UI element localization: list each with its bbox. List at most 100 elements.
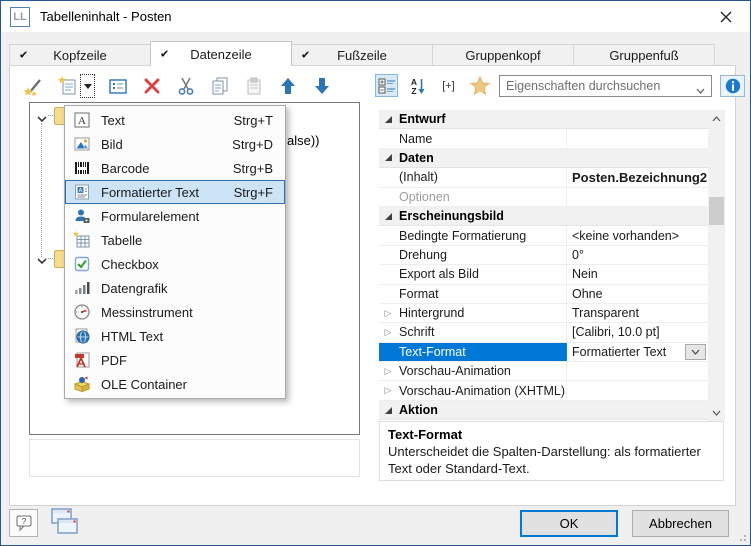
cancel-button[interactable]: Abbrechen [632,510,729,537]
insert-object-dropdown-arrow[interactable] [80,74,95,98]
expand-all-button[interactable]: [+] [437,74,460,97]
expand-arrow-icon[interactable]: ▷ [385,327,392,338]
property-toolbar: A Z [+] Eigenschaften durchsuchen [375,74,745,97]
menu-item-shortcut: Strg+T [234,113,273,128]
menu-item-formatierter-text[interactable]: A Formatierter Text Strg+F [65,180,285,204]
scrollbar-thumb[interactable] [709,197,724,225]
tab-datenzeile[interactable]: ✔ Datenzeile [150,41,292,66]
menu-item-checkbox[interactable]: Checkbox [65,252,285,276]
property-value: Ohne [567,285,708,303]
property-grid: Entwurf Name Daten (Inhalt)Posten.Bezeic… [379,110,725,421]
property-section[interactable]: Erscheinungsbild [379,207,708,226]
section-label: Aktion [397,401,567,419]
property-row[interactable]: ▷Schrift[Calibri, 10.0 pt] [379,323,708,342]
info-button[interactable] [720,75,745,97]
formula-wizard-button[interactable] [22,75,45,98]
property-label: Format [397,285,567,303]
expand-arrow-icon[interactable]: ▷ [385,308,392,319]
tree-expander-icon[interactable] [36,111,48,129]
menu-item-label: Bild [101,137,232,152]
menu-item-bild[interactable]: Bild Strg+D [65,132,285,156]
menu-item-shortcut: Strg+B [233,161,273,176]
menu-item-pdf[interactable]: PDF [65,348,285,372]
insert-object-button[interactable] [56,75,79,98]
element-properties-button[interactable] [106,75,129,98]
property-row[interactable]: Name [379,129,708,148]
copy-button[interactable] [208,75,231,98]
property-section[interactable]: Daten [379,149,708,168]
element-properties-icon [108,76,128,96]
tree-expander-icon[interactable] [36,253,48,271]
formula-wizard-icon [24,76,44,96]
property-label: Text-Format [397,343,567,361]
svg-text:A: A [79,188,83,194]
property-value: Transparent [567,304,708,322]
menu-item-barcode[interactable]: Barcode Strg+B [65,156,285,180]
property-value: Nein [567,265,708,283]
expand-arrow-icon[interactable]: ▷ [385,385,392,396]
menu-item-html-text[interactable]: HTML Text [65,324,285,348]
property-row[interactable]: Optionen [379,188,708,207]
info-icon [725,78,741,94]
help-button[interactable]: ? [9,509,38,537]
value-dropdown-button[interactable] [685,344,706,360]
property-label: Schrift [397,323,567,341]
sort-alphabetical-button[interactable]: A Z [406,74,429,97]
delete-button[interactable] [140,75,163,98]
cut-button[interactable] [174,75,197,98]
tab-gruppenfuss[interactable]: Gruppenfuß [573,44,715,66]
sum-variables-box[interactable] [29,439,360,477]
expand-arrow-icon[interactable]: ▷ [385,366,392,377]
dialog-tabelleninhalt: LL Tabelleninhalt - Posten ✔ Kopfzeile ✔… [0,0,751,546]
tab-label: Fußzeile [337,48,387,63]
move-up-button[interactable] [276,75,299,98]
menu-item-text[interactable]: A Text Strg+T [65,108,285,132]
section-label: Erscheinungsbild [397,207,567,225]
property-row[interactable]: Export als BildNein [379,265,708,284]
menu-item-formularelement[interactable]: Formularelement [65,204,285,228]
tab-gruppenkopf[interactable]: Gruppenkopf [432,44,574,66]
view-categorized-button[interactable] [375,74,398,97]
property-label: Optionen [397,188,567,206]
menu-item-datengrafik[interactable]: Datengrafik [65,276,285,300]
section-collapse-icon [385,407,392,414]
scroll-down-arrow[interactable] [708,404,725,421]
property-row[interactable]: ▷Vorschau-Animation (XHTML) [379,381,708,400]
property-row[interactable]: ▷HintergrundTransparent [379,304,708,323]
property-row-text-format[interactable]: Text-FormatFormatierter Text [379,343,708,362]
scrollbar[interactable] [708,110,725,421]
title-bar[interactable]: LL Tabelleninhalt - Posten [1,1,750,32]
favorites-button[interactable] [468,74,491,97]
property-section[interactable]: Aktion [379,401,708,420]
layout-windows-button[interactable] [45,507,81,539]
property-row[interactable]: FormatOhne [379,285,708,304]
property-search-input[interactable]: Eigenschaften durchsuchen [499,75,712,97]
menu-item-tabelle[interactable]: Tabelle [65,228,285,252]
object-toolbar [22,74,333,98]
paste-icon-disabled [244,76,264,96]
close-button[interactable] [710,5,742,28]
property-section[interactable]: Entwurf [379,110,708,129]
chevron-down-icon[interactable] [696,83,705,97]
move-up-icon [280,77,296,95]
resize-grip[interactable] [737,532,747,542]
property-value [567,381,708,399]
menu-item-messinstrument[interactable]: Messinstrument [65,300,285,324]
property-row[interactable]: ▷Vorschau-Animation [379,362,708,381]
image-icon [73,135,91,153]
tab-check-icon: ✔ [301,49,310,62]
property-row[interactable]: Drehung0° [379,246,708,265]
tab-fusszeile[interactable]: ✔ Fußzeile [291,44,433,66]
svg-text:A: A [78,115,86,127]
paste-button[interactable] [242,75,265,98]
menu-item-label: Barcode [101,161,233,176]
scroll-up-arrow[interactable] [708,110,725,127]
menu-item-ole-container[interactable]: OLE Container [65,372,285,396]
tab-label: Gruppenkopf [465,48,540,63]
property-row[interactable]: Bedingte Formatierung<keine vorhanden> [379,226,708,245]
tab-kopfzeile[interactable]: ✔ Kopfzeile [9,44,151,66]
move-down-button[interactable] [310,75,333,98]
property-row[interactable]: (Inhalt)Posten.Bezeichnung2 [379,168,708,187]
property-label: Drehung [397,246,567,264]
ok-button[interactable]: OK [520,510,618,537]
